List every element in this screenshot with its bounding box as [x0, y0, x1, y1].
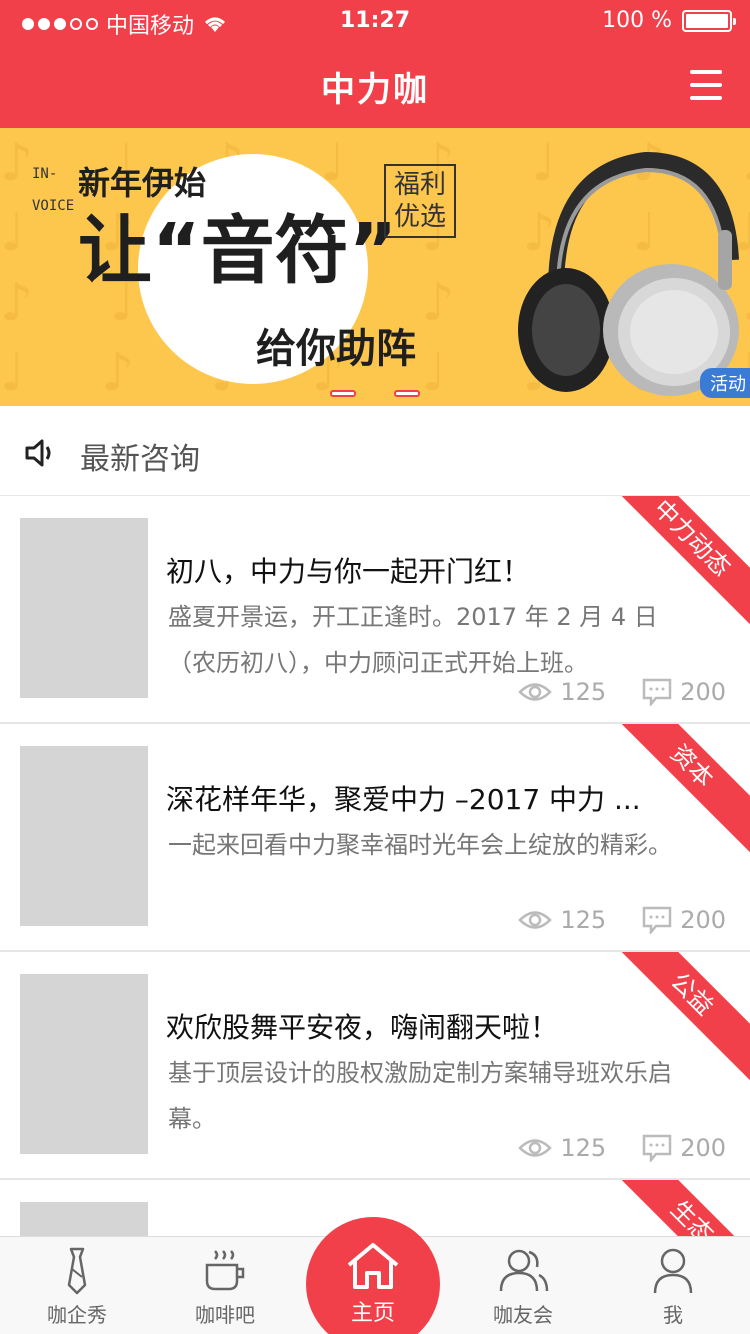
banner-page-indicator[interactable] — [0, 390, 750, 397]
article-item[interactable]: 欢欣股舞平安夜，嗨闹翻天啦！ 基于顶层设计的股权激励定制方案辅导班欢乐启幕。 1… — [0, 952, 750, 1180]
tab-label: 咖啡吧 — [195, 1303, 255, 1327]
article-thumbnail — [20, 1202, 148, 1236]
coffee-icon — [205, 1250, 245, 1291]
page-title: 中力咖 — [321, 70, 429, 110]
user-icon — [653, 1248, 693, 1294]
banner-badge: 福利优选 — [384, 164, 456, 238]
article-item[interactable]: 初八，中力与你一起开门红！ 盛夏开景运，开工正逢时。2017 年 2 月 4 日… — [0, 496, 750, 724]
page-dot[interactable] — [330, 390, 356, 397]
eye-icon — [518, 1139, 553, 1157]
battery-icon — [682, 9, 736, 32]
article-stats: 125 200 — [518, 1134, 726, 1162]
tab-company-show[interactable]: 咖企秀 — [2, 1237, 152, 1334]
tie-icon — [67, 1247, 87, 1295]
tab-bar: 咖企秀 咖啡吧 主页 咖友会 我 — [0, 1217, 750, 1334]
news-header: 最新咨询 — [0, 406, 750, 496]
promo-banner[interactable]: ♪ ♩ ♪ ♩ ♪ ♩ ♪ ♩ ♩ ♪ ♩ ♪ ♩ ♪ ♩ ♪ ♪ ♩ ♪ ♩ … — [0, 128, 750, 406]
status-bar: 中国移动 11:27 100 % — [0, 0, 750, 44]
battery-label: 100 % — [602, 8, 672, 33]
menu-icon-bar — [690, 83, 722, 87]
nav-bar: 中力咖 — [0, 44, 750, 128]
views-count: 125 — [560, 678, 607, 706]
article-list: 初八，中力与你一起开门红！ 盛夏开景运，开工正逢时。2017 年 2 月 4 日… — [0, 496, 750, 1236]
headphones-image — [518, 151, 739, 396]
comment-icon — [642, 678, 672, 706]
tab-label: 我 — [663, 1303, 683, 1327]
article-thumbnail — [20, 518, 148, 698]
tab-label: 主页 — [350, 1301, 395, 1326]
article-description: 一起来回看中力聚幸福时光年会上绽放的精彩。 — [168, 831, 672, 859]
comments-count: 200 — [680, 678, 726, 706]
article-stats: 125 200 — [518, 678, 726, 706]
comment-icon — [642, 1134, 672, 1162]
article-title: 欢欣股舞平安夜，嗨闹翻天啦！ — [166, 1011, 559, 1044]
comments-count: 200 — [680, 1134, 726, 1162]
people-icon — [499, 1249, 549, 1292]
comments-count: 200 — [680, 906, 726, 934]
banner-line1: 新年伊始 — [78, 164, 207, 202]
views-count: 125 — [560, 1134, 607, 1162]
article-title: 初八，中力与你一起开门红！ — [166, 555, 531, 588]
views-stat: 125 — [518, 1134, 606, 1162]
news-header-label: 最新咨询 — [80, 442, 200, 477]
article-thumbnail — [20, 746, 148, 926]
page-dot[interactable] — [394, 390, 420, 397]
speaker-icon — [25, 439, 51, 467]
article-title: 深花样年华，聚爱中力 –2017 中力 ... — [166, 783, 641, 816]
status-right: 100 % — [602, 8, 736, 33]
menu-icon-bar — [690, 70, 722, 74]
menu-icon-bar — [690, 96, 722, 100]
article-item[interactable]: 深花样年华，聚爱中力 –2017 中力 ... 一起来回看中力聚幸福时光年会上绽… — [0, 724, 750, 952]
article-description: 盛夏开景运，开工正逢时。2017 年 2 月 4 日（农历初八），中力顾问正式开… — [168, 603, 658, 677]
eye-icon — [518, 911, 553, 929]
article-thumbnail — [20, 974, 148, 1154]
home-icon — [347, 1243, 399, 1289]
category-ribbon: 生态 — [593, 1180, 750, 1236]
views-stat: 125 — [518, 678, 606, 706]
comments-stat: 200 — [642, 1134, 726, 1162]
banner-vertical-text: IN-VOICE — [32, 166, 75, 214]
tab-me[interactable]: 我 — [598, 1237, 748, 1334]
article-stats: 125 200 — [518, 906, 726, 934]
article-description: 基于顶层设计的股权激励定制方案辅导班欢乐启幕。 — [168, 1059, 672, 1133]
comment-icon — [642, 906, 672, 934]
tab-label: 咖友会 — [493, 1303, 553, 1327]
eye-icon — [518, 683, 553, 701]
menu-button[interactable] — [690, 70, 722, 100]
comments-stat: 200 — [642, 678, 726, 706]
tab-friends[interactable]: 咖友会 — [448, 1237, 598, 1334]
views-count: 125 — [560, 906, 607, 934]
tab-label: 咖企秀 — [47, 1303, 107, 1327]
banner-line2: 让“音符” — [78, 208, 398, 294]
banner-line3: 给你助阵 — [256, 326, 416, 372]
comments-stat: 200 — [642, 906, 726, 934]
views-stat: 125 — [518, 906, 606, 934]
tab-coffee-bar[interactable]: 咖啡吧 — [150, 1237, 300, 1334]
